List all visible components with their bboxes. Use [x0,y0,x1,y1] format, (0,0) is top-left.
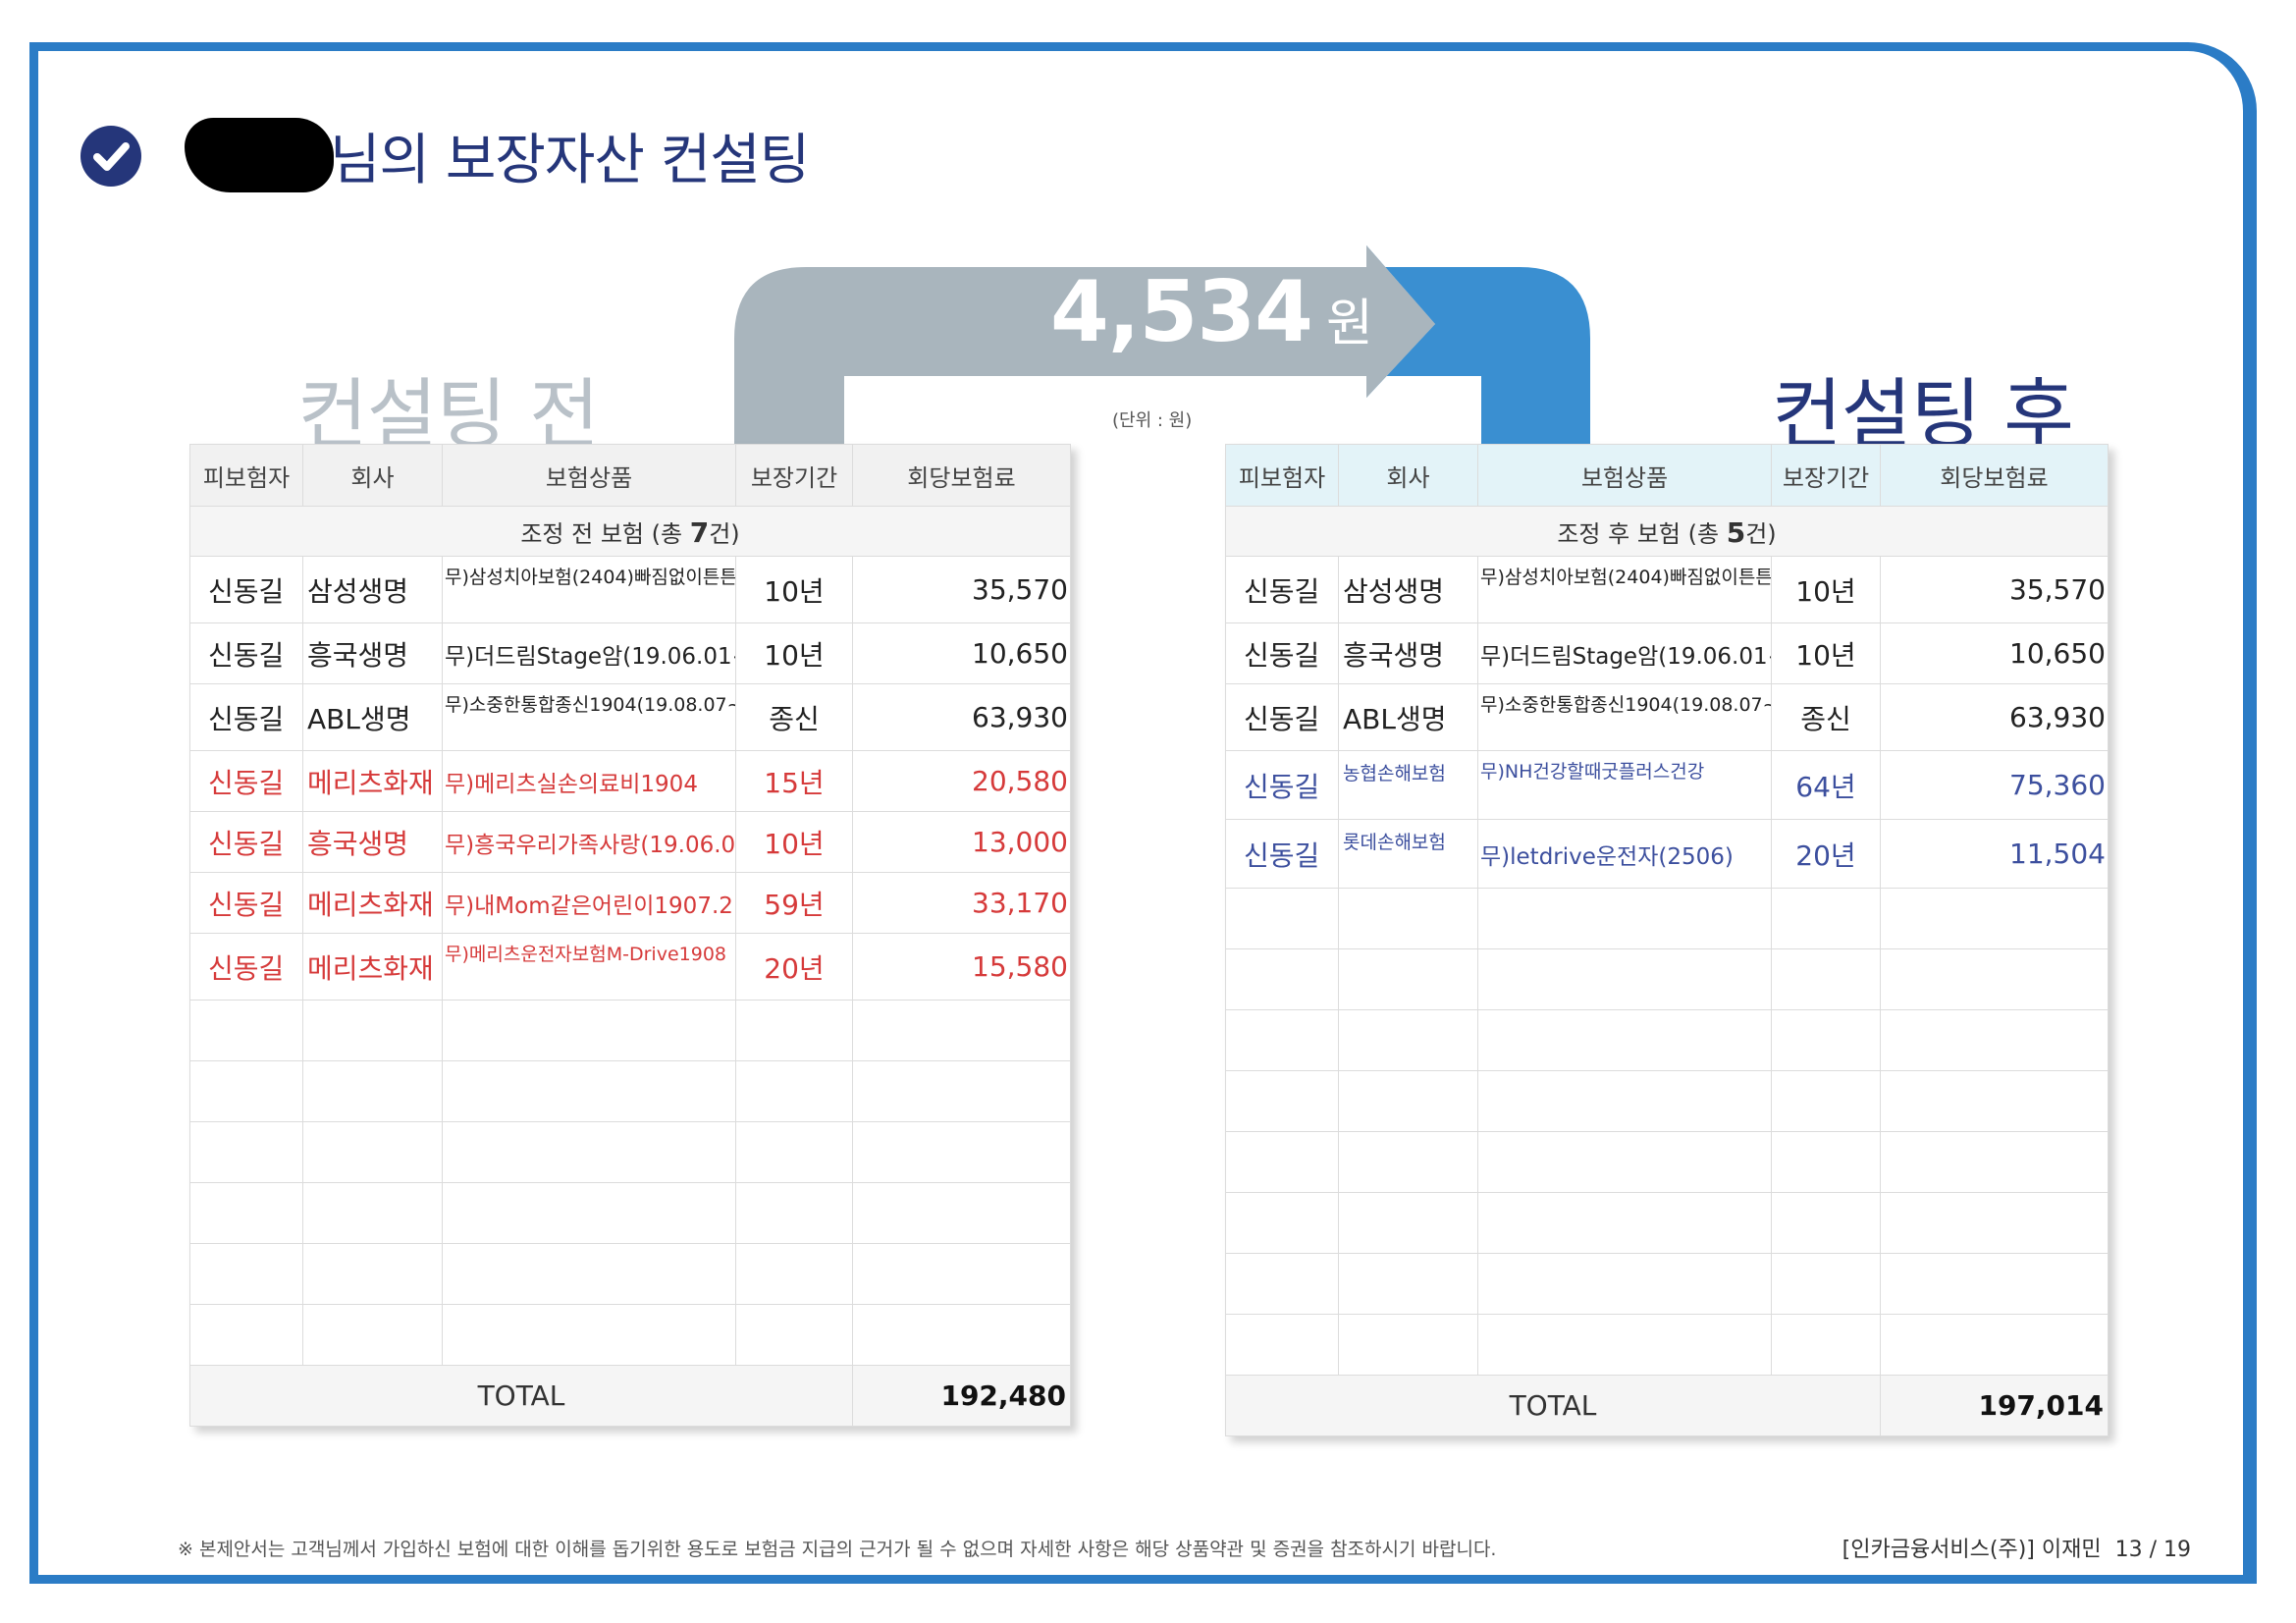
unit-note: (단위 : 원) [1112,410,1193,431]
total-value: 192,480 [852,1365,1071,1427]
col-product: 보험상품 [442,444,736,507]
empty-row [1225,1070,2109,1132]
empty-row [1225,948,2109,1010]
table-row-removed: 신동길 메리츠화재 무)메리츠실손의료비1904 15년 20,580 [189,750,1071,812]
empty-row [1225,1131,2109,1193]
difference-unit: 원 [1326,295,1373,353]
after-table: 피보험자 회사 보험상품 보장기간 회당보험료 조정 후 보험 (총 5건) 신… [1225,444,2109,1436]
table-row-removed: 신동길 흥국생명 무)흥국우리가족사랑(19.06.01~) 10년 13,00… [189,811,1071,873]
agent-name: [인카금융서비스(주)] 이재민 [1842,1538,2102,1562]
empty-row [189,1121,1071,1183]
col-period: 보장기간 [1771,444,1881,507]
col-premium: 회당보험료 [852,444,1071,507]
col-period: 보장기간 [735,444,853,507]
col-insured: 피보험자 [1225,444,1339,507]
total-value: 197,014 [1880,1375,2109,1436]
footer-agent-page: [인카금융서비스(주)] 이재민 13 / 19 [1842,1532,2191,1563]
empty-row [189,1060,1071,1122]
table-row-added: 신동길 농협손해보험 무)NH건강할때굿플러스건강 64년 75,360 [1225,750,2109,820]
empty-row [1225,1192,2109,1254]
table-row: 신동길 ABL생명 무)소중한통합종신1904(19.08.07~) 종신 63… [189,683,1071,751]
col-premium: 회당보험료 [1880,444,2109,507]
premium-difference: 4,534 원 [1050,263,1373,361]
table-row: 신동길 삼성생명 무)삼성치아보험(2404)빠짐없이튼튼 10년 35,570 [189,556,1071,623]
table-subtitle: 조정 전 보험 (총 7건) [189,506,1071,557]
table-row-removed: 신동길 메리츠화재 무)메리츠운전자보험M-Drive1908 20년 15,5… [189,933,1071,1001]
total-row: TOTAL 192,480 [189,1365,1071,1427]
table-row: 신동길 ABL생명 무)소중한통합종신1904(19.08.07~) 종신 63… [1225,683,2109,751]
before-table: 피보험자 회사 보험상품 보장기간 회당보험료 조정 전 보험 (총 7건) 신… [189,444,1071,1427]
empty-row [189,1304,1071,1366]
empty-row [1225,1314,2109,1376]
empty-row [189,1182,1071,1244]
empty-row [189,1000,1071,1061]
empty-row [1225,888,2109,949]
difference-amount: 4,534 [1050,263,1313,361]
table-row-added: 신동길 롯데손해보험 무)letdrive운전자(2506) 20년 11,50… [1225,819,2109,889]
total-label: TOTAL [189,1365,853,1427]
empty-row [1225,1253,2109,1315]
empty-row [189,1243,1071,1305]
col-company: 회사 [302,444,443,507]
total-row: TOTAL 197,014 [1225,1375,2109,1436]
page-number: 13 / 19 [2114,1538,2191,1562]
subtitle-cell: 조정 전 보험 (총 7건) [189,506,1071,557]
table-row: 신동길 삼성생명 무)삼성치아보험(2404)빠짐없이튼튼 10년 35,570 [1225,556,2109,623]
col-company: 회사 [1338,444,1478,507]
empty-row [1225,1009,2109,1071]
table-row: 신동길 흥국생명 무)더드림Stage암(19.06.01~) 10년 10,6… [189,622,1071,684]
table-header: 피보험자 회사 보험상품 보장기간 회당보험료 [189,444,1071,507]
total-label: TOTAL [1225,1375,1881,1436]
col-insured: 피보험자 [189,444,303,507]
subtitle-cell: 조정 후 보험 (총 5건) [1225,506,2109,557]
table-row: 신동길 흥국생명 무)더드림Stage암(19.06.01~) 10년 10,6… [1225,622,2109,684]
disclaimer-note: ※ 본제안서는 고객님께서 가입하신 보험에 대한 이해를 돕기위한 용도로 보… [178,1539,1497,1560]
table-row-removed: 신동길 메리츠화재 무)내Mom같은어린이1907.2 59년 33,170 [189,872,1071,934]
col-product: 보험상품 [1477,444,1772,507]
table-subtitle: 조정 후 보험 (총 5건) [1225,506,2109,557]
table-header: 피보험자 회사 보험상품 보장기간 회당보험료 [1225,444,2109,507]
